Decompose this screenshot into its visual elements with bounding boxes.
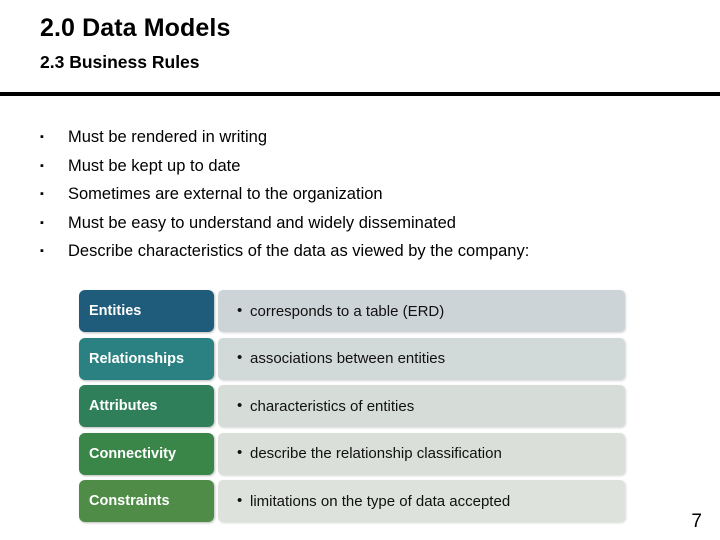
term-description-panel: • associations between entities bbox=[218, 337, 625, 380]
term-description-panel: • limitations on the type of data accepte… bbox=[218, 480, 625, 522]
business-rules-bullet-list: ▪ Must be rendered in writing ▪ Must be kep… bbox=[40, 128, 660, 271]
term-label: Relationships bbox=[79, 337, 214, 380]
term-description-panel: • corresponds to a table (ERD) bbox=[218, 290, 625, 332]
square-bullet-icon: ▪ bbox=[40, 216, 44, 229]
bullet-list-item-text: Must be rendered in writing bbox=[68, 128, 268, 146]
header-divider bbox=[0, 92, 720, 96]
bullet-list-item: ▪ Sometimes are external to the organizat… bbox=[40, 185, 660, 214]
round-bullet-icon: • bbox=[237, 491, 243, 509]
term-description-text: limitations on the type of data accepted bbox=[250, 492, 511, 510]
bullet-list-item-text: Must be kept up to date bbox=[68, 156, 241, 175]
term-description-text: characteristics of entities bbox=[250, 397, 415, 415]
bullet-list-item: ▪ Must be easy to understand and widely d… bbox=[40, 214, 660, 243]
round-bullet-icon: • bbox=[237, 444, 243, 461]
square-bullet-icon: ▪ bbox=[40, 131, 44, 143]
term-description-text: describe the relationship classification bbox=[250, 445, 502, 462]
data-model-terms-table: Entities • corresponds to a table (ERD) Rel… bbox=[79, 290, 625, 528]
round-bullet-icon: • bbox=[237, 396, 243, 414]
page-title: 2.0 Data Models bbox=[40, 14, 231, 42]
slide: 2.0 Data Models 2.3 Business Rules ▪ Must… bbox=[0, 0, 720, 540]
bullet-list-item: ▪ Must be kept up to date bbox=[40, 157, 660, 186]
table-row: Constraints • limitations on the type of d… bbox=[79, 480, 625, 522]
square-bullet-icon: ▪ bbox=[40, 159, 44, 172]
term-label: Constraints bbox=[79, 480, 214, 522]
square-bullet-icon: ▪ bbox=[40, 188, 44, 200]
bullet-list-item-text: Must be easy to understand and widely di… bbox=[68, 213, 456, 232]
page-number: 7 bbox=[691, 511, 702, 532]
bullet-list-item-text: Sometimes are external to the organizati… bbox=[68, 185, 383, 203]
table-row: Entities • corresponds to a table (ERD) bbox=[79, 290, 625, 332]
bullet-list-item: ▪ Must be rendered in writing bbox=[40, 128, 660, 157]
table-row: Attributes • characteristics of entities bbox=[79, 385, 625, 427]
round-bullet-icon: • bbox=[237, 349, 243, 366]
square-bullet-icon: ▪ bbox=[40, 245, 44, 257]
bullet-list-item-text: Describe characteristics of the data as … bbox=[68, 242, 530, 260]
table-row: Relationships • associations between entit… bbox=[79, 337, 625, 380]
term-label: Connectivity bbox=[79, 432, 214, 475]
term-label: Entities bbox=[79, 290, 214, 332]
term-description-text: associations between entities bbox=[250, 350, 446, 367]
bullet-list-item: ▪ Describe characteristics of the data as… bbox=[40, 242, 660, 271]
term-description-panel: • characteristics of entities bbox=[218, 385, 625, 427]
term-description-text: corresponds to a table (ERD) bbox=[250, 302, 445, 320]
term-description-panel: • describe the relationship classificatio… bbox=[218, 432, 625, 475]
round-bullet-icon: • bbox=[237, 301, 243, 319]
table-row: Connectivity • describe the relationship c… bbox=[79, 432, 625, 475]
term-label: Attributes bbox=[79, 385, 214, 427]
page-subtitle: 2.3 Business Rules bbox=[40, 52, 200, 72]
